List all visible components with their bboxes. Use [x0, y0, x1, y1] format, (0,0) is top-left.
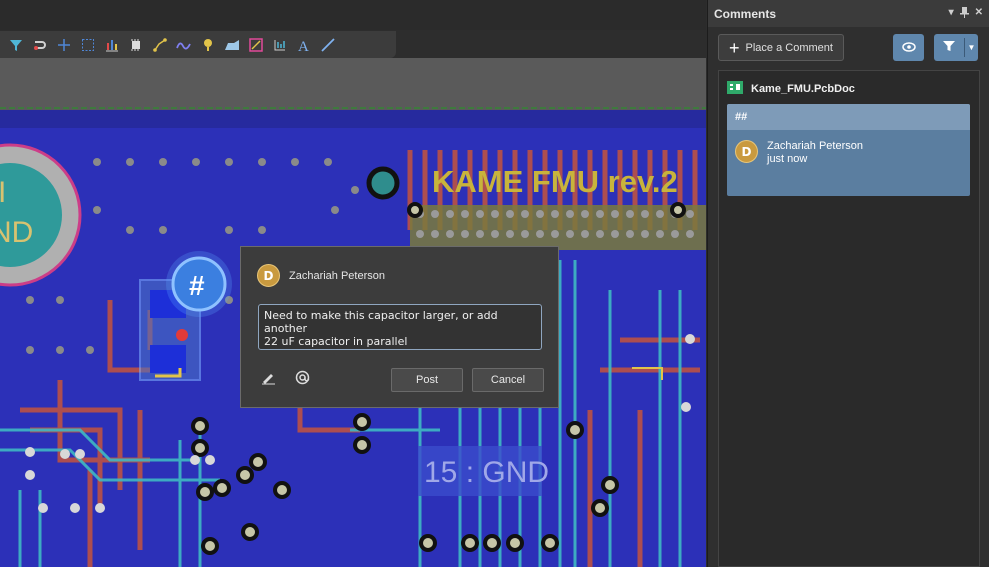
via-icon[interactable]: [268, 33, 291, 56]
gnd-label: 15 : GND: [424, 456, 549, 489]
thread-time: just now: [767, 153, 808, 165]
top-bar: [0, 0, 706, 30]
pcb-toolbar: A: [0, 31, 396, 58]
pad-icon[interactable]: [196, 33, 219, 56]
thread-author-block: Zachariah Peterson just now: [767, 140, 863, 166]
net-icon[interactable]: [148, 33, 171, 56]
post-button[interactable]: Post: [391, 368, 463, 392]
polygon-icon[interactable]: [220, 33, 243, 56]
board-outline-area: [0, 58, 706, 110]
comment-thread[interactable]: ## D Zachariah Peterson just now: [727, 104, 970, 196]
pencil-icon[interactable]: [261, 371, 277, 388]
big-pad-text-b: ND: [0, 216, 33, 249]
comment-popup: D Zachariah Peterson Need to make this c…: [240, 246, 559, 408]
close-icon[interactable]: ✕: [975, 7, 983, 21]
popup-author-name: Zachariah Peterson: [289, 269, 385, 282]
selection-box-icon[interactable]: [76, 33, 99, 56]
panel-title: Comments: [714, 6, 777, 21]
route-icon[interactable]: [28, 33, 51, 56]
filter-icon: [943, 39, 955, 57]
cross-icon[interactable]: [52, 33, 75, 56]
thread-author-name: Zachariah Peterson: [767, 140, 863, 152]
pcb-file-icon: [727, 81, 743, 97]
pin-icon[interactable]: [959, 6, 969, 21]
interactive-route-icon[interactable]: [172, 33, 195, 56]
show-comments-button[interactable]: [893, 34, 924, 61]
avatar: D: [735, 140, 758, 163]
plus-icon: +: [729, 37, 740, 58]
panel-toolbar: + Place a Comment ▼: [718, 34, 980, 64]
file-name: Kame_FMU.PcbDoc: [751, 83, 855, 95]
popup-author: D Zachariah Peterson: [257, 264, 385, 287]
place-comment-label: Place a Comment: [745, 41, 833, 54]
big-pad-text-a: I: [0, 176, 6, 209]
file-row[interactable]: Kame_FMU.PcbDoc: [727, 81, 855, 97]
chart-icon[interactable]: [100, 33, 123, 56]
dropdown-icon[interactable]: ▾: [949, 7, 954, 21]
component-icon[interactable]: [124, 33, 147, 56]
place-comment-button[interactable]: + Place a Comment: [718, 34, 844, 61]
pcb-title-text: KAME FMU rev.2: [432, 164, 678, 199]
dimension-icon[interactable]: [244, 33, 267, 56]
comments-panel: Comments ▾ ✕ + Place a Comment ▼ Kame_FM…: [707, 0, 989, 567]
text-icon[interactable]: A: [292, 33, 315, 56]
chevron-down-icon[interactable]: ▼: [965, 43, 978, 52]
comments-list: Kame_FMU.PcbDoc ## D Zachariah Peterson …: [718, 70, 980, 567]
avatar: D: [257, 264, 280, 287]
popup-tools: [261, 370, 310, 388]
svg-text:A: A: [298, 39, 309, 52]
comment-textarea[interactable]: Need to make this capacitor larger, or a…: [258, 304, 542, 350]
mention-icon[interactable]: [295, 370, 310, 388]
filter-icon[interactable]: [4, 33, 27, 56]
cancel-button[interactable]: Cancel: [472, 368, 544, 392]
eye-icon: [901, 39, 916, 57]
filter-button[interactable]: ▼: [934, 34, 978, 61]
panel-header: Comments ▾ ✕: [708, 0, 989, 27]
comment-marker-label: #: [189, 270, 205, 301]
thread-marker: ##: [727, 104, 970, 130]
line-icon[interactable]: [316, 33, 339, 56]
